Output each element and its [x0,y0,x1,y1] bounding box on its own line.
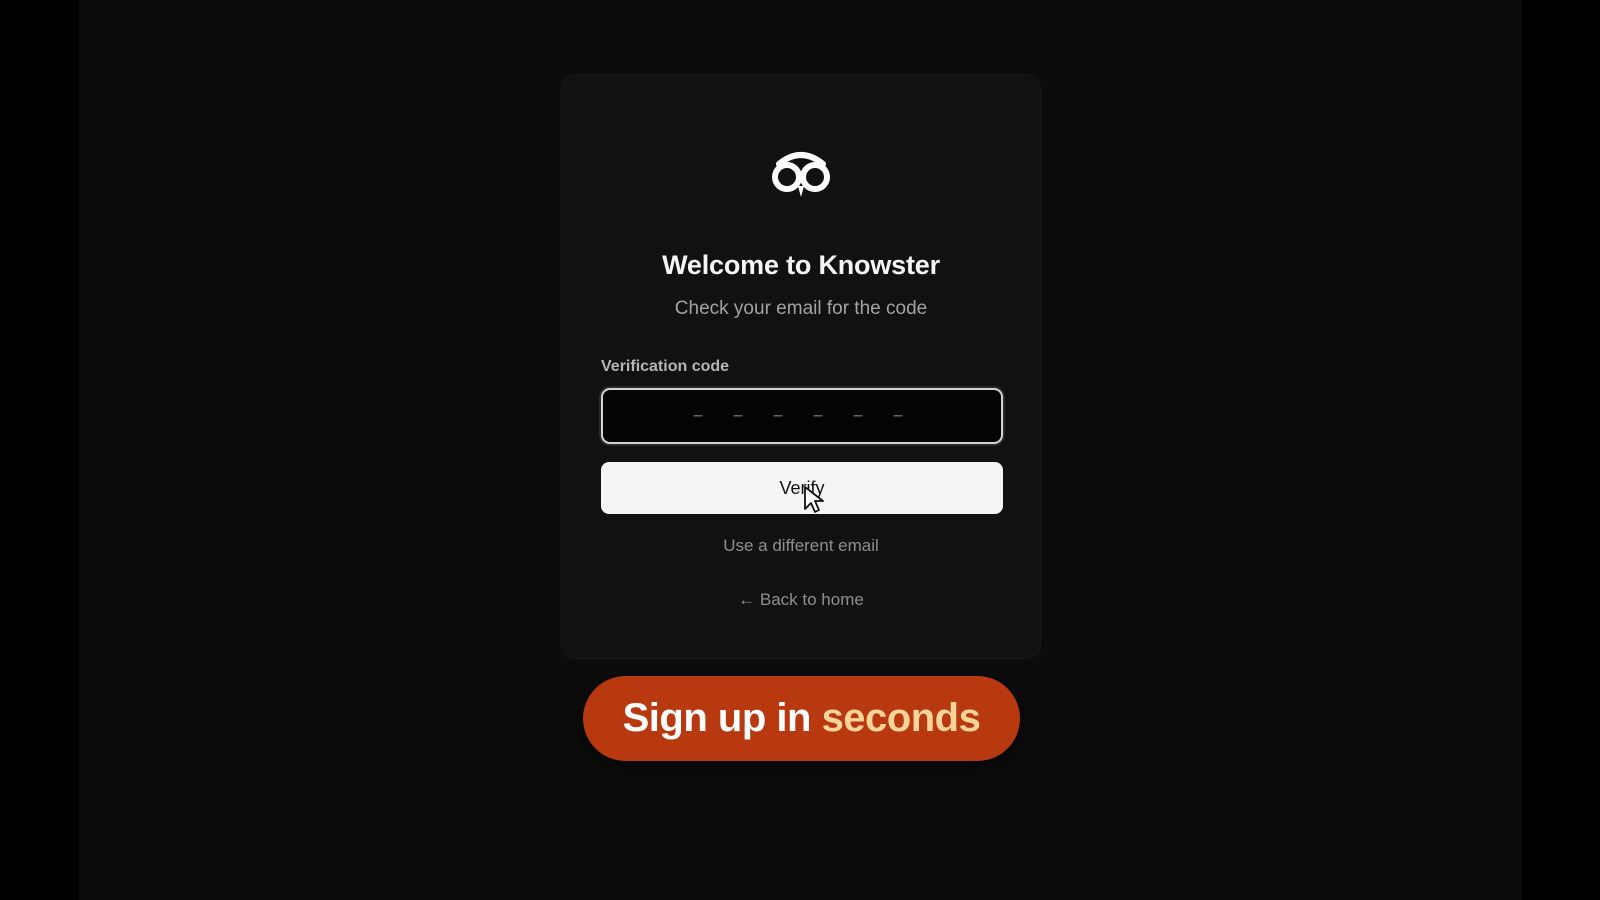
page-title: Welcome to Knowster [662,250,940,280]
promo-highlight-text: seconds [821,696,981,740]
page-subtitle: Check your email for the code [674,298,928,319]
back-to-home-link[interactable]: ← Back to home [561,590,1041,610]
promo-banner: Sign up in seconds [583,676,1020,761]
use-different-email-link[interactable]: Use a different email [561,536,1041,556]
verification-code-input[interactable] [601,388,1003,444]
owl-logo-icon [772,152,830,197]
verification-code-label: Verification code [601,358,730,375]
verify-button[interactable]: Verify [601,462,1003,514]
promo-text: Sign up in [622,696,812,740]
